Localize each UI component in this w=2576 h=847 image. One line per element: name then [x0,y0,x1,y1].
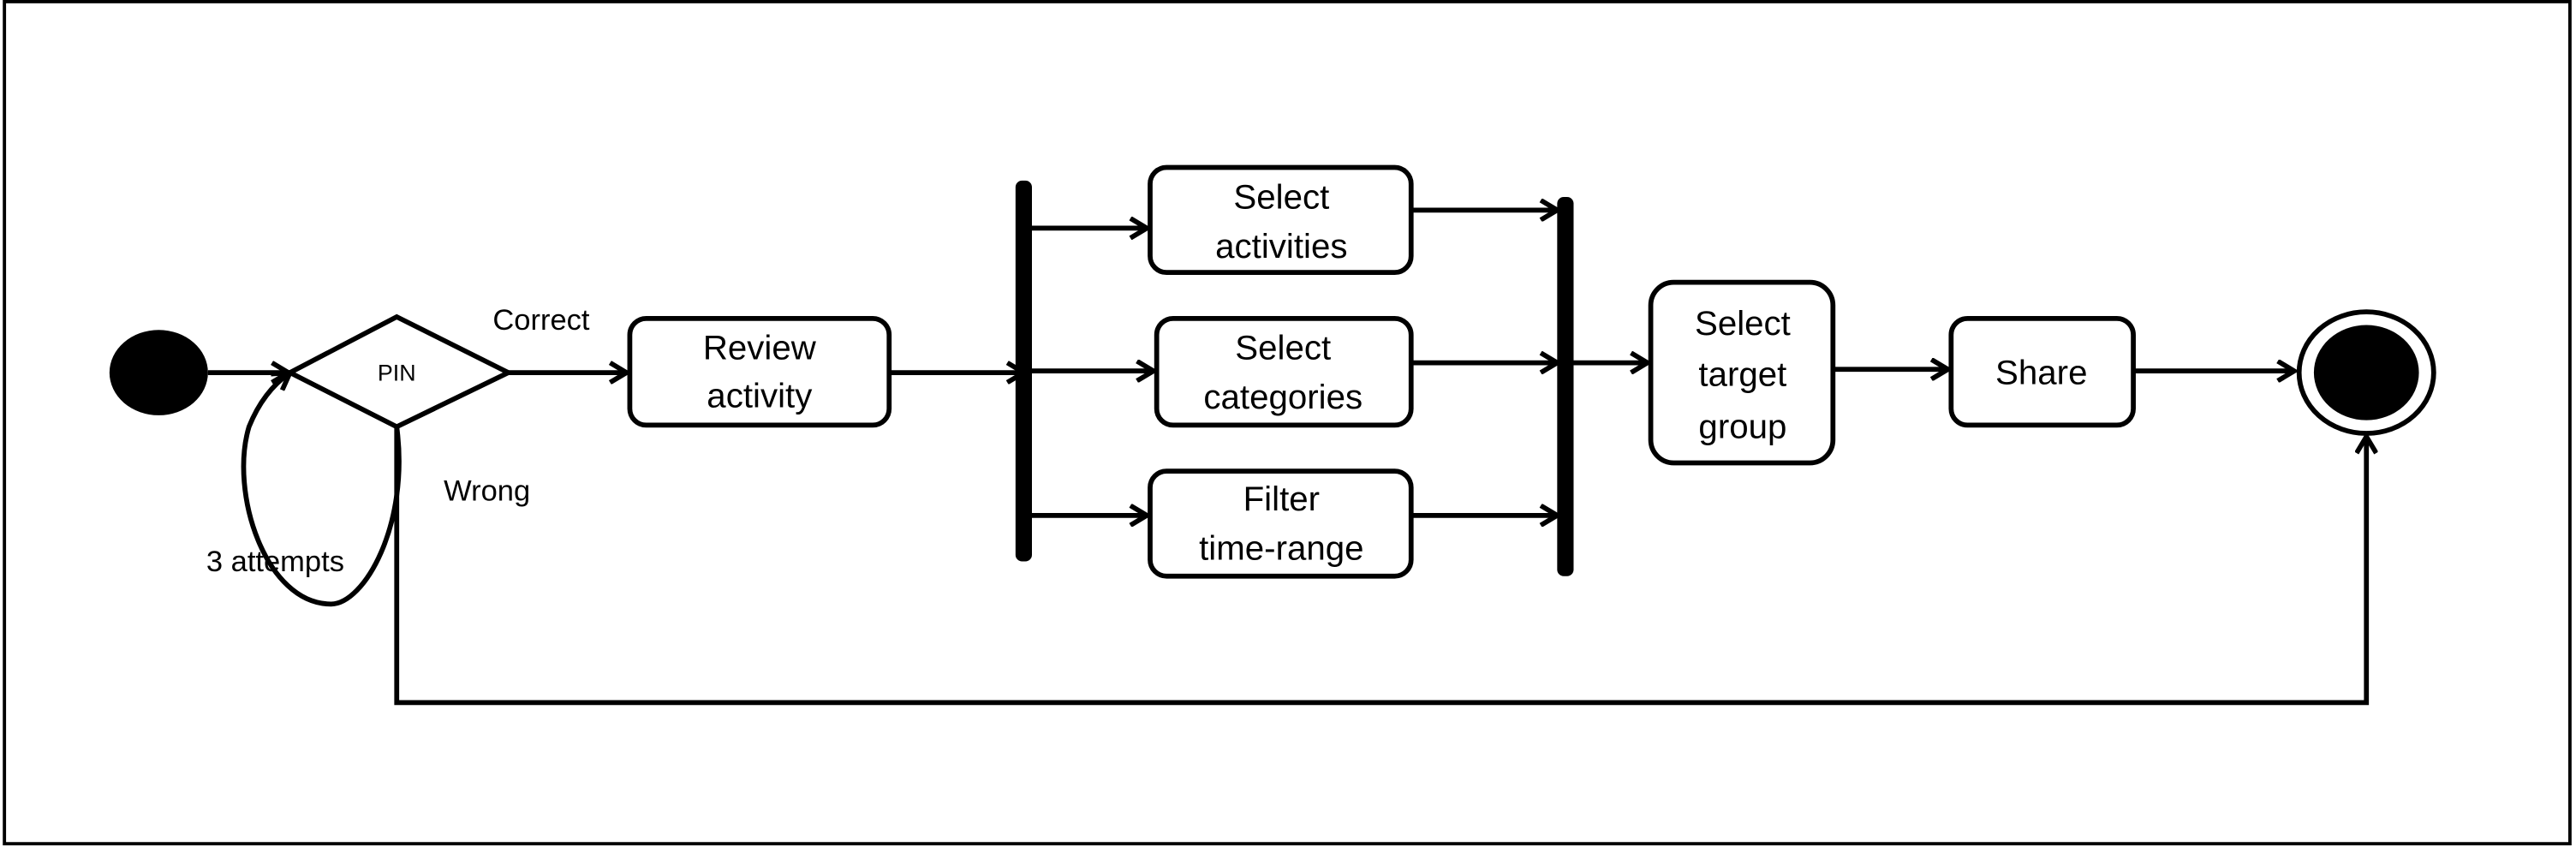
label-wrong: Wrong [444,475,530,508]
action-filter-time-range: Filter time-range [1148,468,1414,579]
svg-text:activities: activities [1215,227,1347,265]
action-share: Share [1948,315,2136,428]
join-bar [1557,197,1574,576]
svg-text:target: target [1698,355,1786,393]
svg-text:group: group [1698,408,1786,446]
svg-text:Review: Review [703,329,817,367]
svg-text:Filter: Filter [1243,480,1320,518]
svg-text:categories: categories [1203,378,1363,416]
action-select-activities: Select activities [1148,164,1414,276]
fork-bar [1015,180,1032,562]
activity-diagram: PIN Correct Wrong 3 attempts Review acti… [3,0,2572,846]
svg-text:Select: Select [1695,304,1791,343]
svg-text:activity: activity [707,376,813,415]
label-correct: Correct [492,304,590,337]
decision-label: PIN [378,361,416,386]
svg-text:Select: Select [1235,329,1331,367]
svg-text:Select: Select [1233,177,1329,216]
action-select-categories: Select categories [1154,315,1414,428]
final-node [2296,309,2436,436]
initial-node [109,330,208,415]
svg-text:time-range: time-range [1199,529,1363,568]
label-3-attempts: 3 attempts [206,546,344,578]
svg-text:Share: Share [1995,354,2087,392]
action-review-activity: Review activity [627,315,892,428]
action-select-target-group: Select target group [1648,279,1836,466]
